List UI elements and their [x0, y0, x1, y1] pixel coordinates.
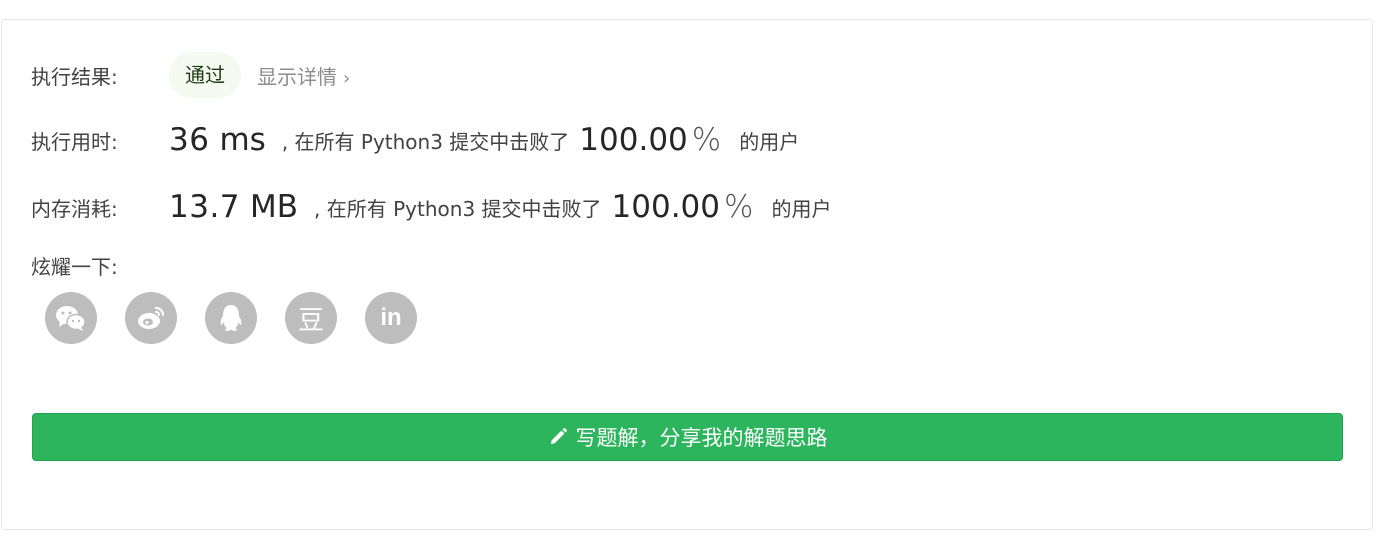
- linkedin-icon: in: [380, 304, 402, 331]
- runtime-text-after: 的用户: [739, 129, 800, 154]
- runtime-percent: 100.00: [579, 122, 688, 158]
- share-icons: 豆 in: [45, 292, 417, 344]
- runtime-percent-sign: %: [691, 122, 722, 158]
- memory-text-before: , 在所有 Python3 提交中击败了: [314, 196, 602, 221]
- share-label: 炫耀一下:: [31, 254, 118, 279]
- qq-icon: [220, 305, 242, 331]
- share-linkedin-button[interactable]: in: [365, 292, 417, 344]
- weibo-icon: [138, 306, 165, 329]
- runtime-value: 36: [169, 122, 210, 158]
- show-details-text: 显示详情: [257, 64, 337, 89]
- memory-value: 13.7: [169, 189, 241, 225]
- douban-icon: 豆: [297, 305, 324, 336]
- memory-unit: MB: [250, 189, 299, 225]
- pencil-icon: [548, 427, 568, 447]
- share-weibo-button[interactable]: [125, 292, 177, 344]
- runtime-text-before: , 在所有 Python3 提交中击败了: [281, 129, 570, 154]
- result-label: 执行结果:: [31, 64, 118, 89]
- runtime-row: 执行用时: 36 ms , 在所有 Python3 提交中击败了 100.00%…: [31, 118, 799, 162]
- status-badge: 通过: [169, 52, 241, 98]
- share-qq-button[interactable]: [205, 292, 257, 344]
- share-wechat-button[interactable]: [45, 292, 97, 344]
- wechat-icon: [56, 306, 86, 331]
- write-solution-button[interactable]: 写题解，分享我的解题思路: [32, 413, 1343, 461]
- share-douban-button[interactable]: 豆: [285, 292, 337, 344]
- chevron-right-icon: ›: [343, 67, 351, 89]
- memory-percent-sign: %: [724, 189, 754, 225]
- share-row: 炫耀一下:: [31, 249, 118, 281]
- memory-row: 内存消耗: 13.7 MB , 在所有 Python3 提交中击败了 100.0…: [31, 185, 831, 229]
- memory-percent: 100.00: [611, 189, 721, 225]
- runtime-label: 执行用时:: [31, 129, 118, 154]
- memory-text-after: 的用户: [771, 196, 832, 221]
- result-row: 执行结果: 通过 显示详情 ›: [31, 52, 350, 98]
- runtime-unit: ms: [219, 122, 266, 158]
- memory-label: 内存消耗:: [31, 196, 118, 221]
- show-details-link[interactable]: 显示详情 ›: [257, 61, 350, 90]
- write-solution-label: 写题解，分享我的解题思路: [575, 426, 828, 450]
